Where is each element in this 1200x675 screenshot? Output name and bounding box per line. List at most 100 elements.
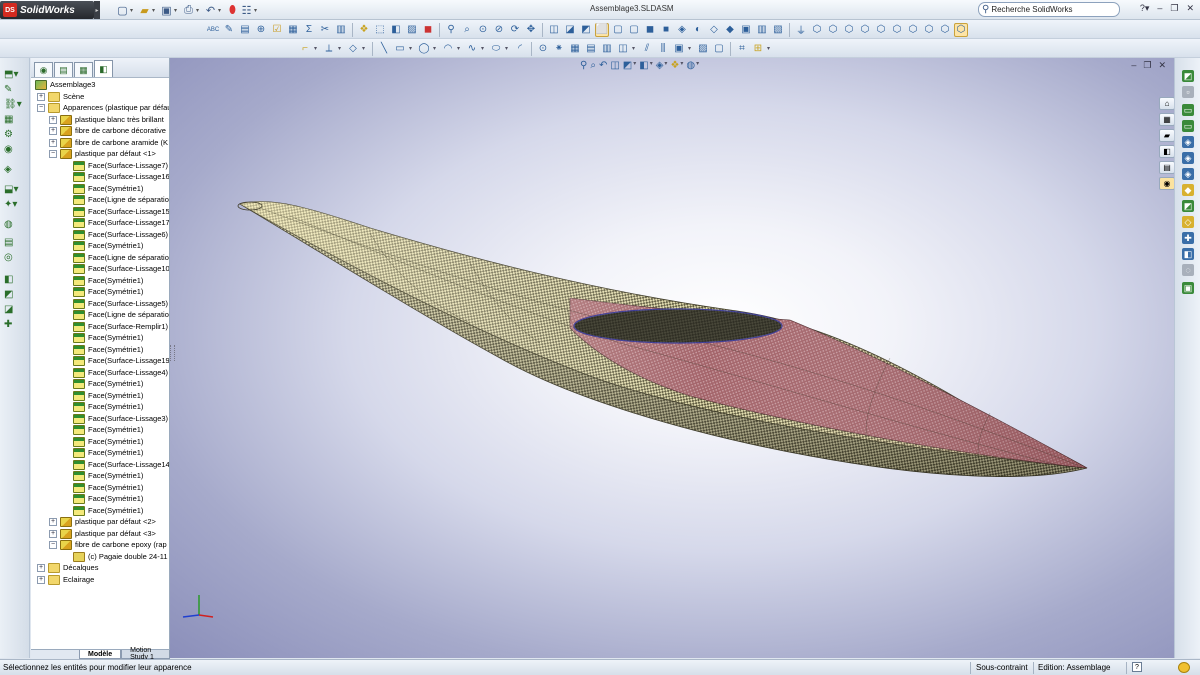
feature-manager-tab[interactable]: ◉ — [34, 62, 53, 77]
view-orientation-8-icon[interactable]: ⬡ — [922, 23, 936, 37]
tree-item[interactable]: + Décalques — [31, 562, 169, 574]
repair-sketch-icon[interactable]: ⌗ — [735, 42, 749, 56]
display-manager-tab[interactable]: ◧ — [94, 60, 113, 77]
tree-item[interactable]: Face(Ligne de séparation — [31, 309, 169, 321]
pan-icon[interactable]: ✥ — [524, 23, 538, 37]
view-palette-icon[interactable]: ▤ — [1159, 161, 1175, 174]
sketch-entities-icon[interactable]: ◇ — [346, 42, 360, 56]
view-orientation-6-icon[interactable]: ⬡ — [890, 23, 904, 37]
view-orientation-9-icon[interactable]: ⬡ — [938, 23, 952, 37]
bill-of-materials-icon[interactable]: ▤ — [4, 236, 22, 248]
collapse-icon[interactable]: − — [49, 541, 57, 549]
search-solidworks-field[interactable]: ⚲ Recherche SolidWorks — [978, 2, 1120, 17]
check-icon[interactable]: ☑ — [270, 23, 284, 37]
right-tool-13-icon[interactable]: ◌ — [1182, 264, 1194, 276]
realview-icon[interactable]: ◆ — [723, 23, 737, 37]
solidworks-resources-icon[interactable]: ⌂ — [1159, 97, 1175, 110]
view-orientation-7-icon[interactable]: ⬡ — [906, 23, 920, 37]
tree-item[interactable]: Face(Surface-Lissage6) — [31, 229, 169, 241]
graphics-viewport[interactable]: ⚲ ⌕ ↶ ◫ ◩ ▾ ◧ ▾ ◈ ▾ ❖ ▾ ◍ ▾ – ❐ ✕ — [170, 58, 1174, 658]
section-view-icon[interactable]: ◪ — [563, 23, 577, 37]
right-tool-14-icon[interactable]: ▣ — [1182, 282, 1194, 294]
cross-section-icon[interactable]: ▧ — [771, 23, 785, 37]
ellipse-dropdown-icon[interactable]: ▾ — [505, 45, 511, 52]
options-dropdown-icon[interactable]: ▾ — [254, 7, 261, 14]
convert-entities-icon[interactable]: ◫ — [616, 42, 630, 56]
wireframe-icon[interactable]: ⬜ — [595, 22, 609, 37]
menu-expand-arrow-icon[interactable]: ▸ — [94, 1, 100, 19]
tree-item[interactable]: + plastique par défaut <3> — [31, 528, 169, 540]
tree-item[interactable]: Face(Symétrie1) — [31, 424, 169, 436]
new-document-icon[interactable]: ▢ — [116, 4, 129, 17]
tree-item[interactable]: Face(Surface-Lissage10) — [31, 263, 169, 275]
tree-item[interactable]: + Scène — [31, 91, 169, 103]
move-component-icon[interactable]: ◉ — [4, 143, 22, 155]
tree-item[interactable]: Face(Ligne de séparation — [31, 252, 169, 264]
hidden-lines-visible-icon[interactable]: ▢ — [611, 23, 625, 37]
configuration-manager-tab[interactable]: ▦ — [74, 62, 93, 77]
tree-item[interactable]: Face(Surface-Lissage15) — [31, 206, 169, 218]
quick-snaps-icon[interactable]: ⊞ — [751, 42, 765, 56]
search-results-icon[interactable]: ◧ — [1159, 145, 1175, 158]
exploded-view-icon[interactable]: ◎ — [4, 251, 22, 263]
sheet-icon[interactable]: ▥ — [334, 23, 348, 37]
smart-dimension-icon[interactable]: ⟂ — [322, 42, 336, 56]
appearances-scenes-icon[interactable]: ◉ — [1159, 177, 1175, 190]
right-tool-7-icon[interactable]: ◈ — [1182, 168, 1194, 180]
measure-icon[interactable]: ⊕ — [254, 23, 268, 37]
right-tool-2-icon[interactable]: ▫ — [1182, 86, 1194, 98]
tree-item[interactable]: Face(Surface-Lissage16) — [31, 171, 169, 183]
tree-item[interactable]: Face(Symétrie1) — [31, 183, 169, 195]
kayak-3d-model[interactable] — [170, 58, 1174, 658]
tree-item[interactable]: Face(Surface-Lissage14) — [31, 459, 169, 471]
tree-item[interactable]: + Eclairage — [31, 574, 169, 586]
tree-item[interactable]: − plastique par défaut <1> — [31, 148, 169, 160]
render-icon[interactable]: ⬚ — [373, 23, 387, 37]
offset-icon[interactable]: ⫽ — [640, 42, 654, 56]
tree-item[interactable]: + fibre de carbone aramide (K — [31, 137, 169, 149]
expand-icon[interactable]: + — [37, 92, 45, 101]
circle-icon[interactable]: ◯ — [417, 42, 431, 56]
expand-icon[interactable]: + — [49, 115, 57, 124]
tree-item[interactable]: Face(Symétrie1) — [31, 436, 169, 448]
curvature-icon[interactable]: ▣ — [739, 23, 753, 37]
tree-item[interactable]: Face(Symétrie1) — [31, 378, 169, 390]
assembly-features-icon[interactable]: ⬓▾ — [4, 183, 22, 195]
convert-dropdown-icon[interactable]: ▾ — [632, 45, 638, 52]
tree-item[interactable]: + plastique blanc très brillant — [31, 114, 169, 126]
assembly-tool-icon[interactable]: ⬒▾ — [4, 68, 22, 80]
rectangle-dropdown-icon[interactable]: ▾ — [409, 45, 415, 52]
print-icon[interactable]: ⎙ — [182, 4, 195, 17]
zoom-area-icon[interactable]: ⌕ — [460, 23, 474, 37]
open-dropdown-icon[interactable]: ▾ — [152, 7, 159, 14]
ellipse-icon[interactable]: ⬭ — [489, 42, 503, 56]
dimension-dropdown-icon[interactable]: ▾ — [338, 45, 344, 52]
sheet-format-icon[interactable]: ▤ — [238, 23, 252, 37]
shaded-with-edges-icon[interactable]: ◼ — [643, 23, 657, 37]
property-manager-tab[interactable]: ▤ — [54, 62, 73, 77]
circle-dropdown-icon[interactable]: ▾ — [433, 45, 439, 52]
entities-dropdown-icon[interactable]: ▾ — [362, 45, 368, 52]
interference-detection-icon[interactable]: ◩ — [4, 288, 22, 300]
tree-item[interactable]: Face(Symétrie1) — [31, 401, 169, 413]
tree-item[interactable]: Face(Surface-Lissage17) — [31, 217, 169, 229]
right-tool-6-icon[interactable]: ◈ — [1182, 152, 1194, 164]
zoom-selection-icon[interactable]: ⊘ — [492, 23, 506, 37]
tree-item[interactable]: Face(Surface-Lissage7) — [31, 160, 169, 172]
tree-item[interactable]: Face(Surface-Lissage5) — [31, 298, 169, 310]
draft-quality-icon[interactable]: ◈ — [675, 23, 689, 37]
help-dropdown-icon[interactable]: ?▾ — [1140, 3, 1150, 14]
spline-icon[interactable]: ∿ — [465, 42, 479, 56]
perspective-icon[interactable]: ◇ — [707, 23, 721, 37]
expand-icon[interactable]: + — [37, 564, 45, 572]
file-explorer-icon[interactable]: ▰ — [1159, 129, 1175, 142]
rebuild-warning-icon[interactable] — [1178, 662, 1190, 673]
tree-item[interactable]: + plastique par défaut <2> — [31, 516, 169, 528]
hide-show-icon[interactable]: ◈ — [4, 163, 22, 175]
rotate-view-icon[interactable]: ⟳ — [508, 23, 522, 37]
tree-item[interactable]: Face(Symétrie1) — [31, 482, 169, 494]
view-orientation-5-icon[interactable]: ⬡ — [874, 23, 888, 37]
right-tool-12-icon[interactable]: ◧ — [1182, 248, 1194, 260]
shaded-solid-icon[interactable]: ■ — [659, 23, 673, 37]
tree-item[interactable]: Face(Surface-Lissage19) — [31, 355, 169, 367]
